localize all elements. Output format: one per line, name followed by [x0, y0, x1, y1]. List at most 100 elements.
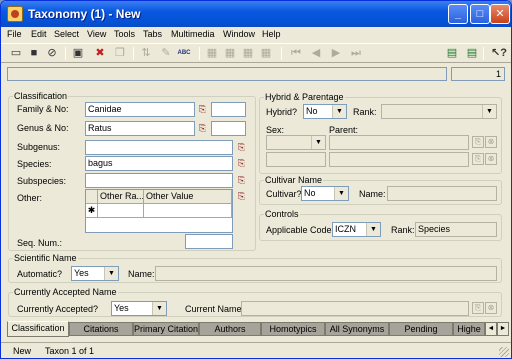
- report-icon[interactable]: ▤: [465, 46, 479, 60]
- subspecies-field[interactable]: [85, 173, 233, 188]
- delete-icon[interactable]: ✖: [93, 46, 107, 60]
- other-ranks-grid[interactable]: Other Ra... Other Value ✱: [85, 189, 233, 233]
- genus-number-field[interactable]: [211, 121, 246, 136]
- grid-icon[interactable]: ▦: [259, 46, 273, 60]
- controls-rank-label: Rank:: [391, 225, 415, 235]
- menu-help[interactable]: Help: [262, 29, 281, 39]
- hybrid-legend: Hybrid & Parentage: [265, 92, 344, 102]
- genus-lookup-icon[interactable]: ⎘: [196, 122, 209, 135]
- menu-file[interactable]: File: [7, 29, 22, 39]
- subgenus-field[interactable]: [85, 140, 233, 155]
- currently-accepted-select[interactable]: Yes: [111, 301, 167, 316]
- accepted-legend: Currently Accepted Name: [14, 287, 117, 297]
- whats-this-icon[interactable]: ↖?: [491, 46, 507, 60]
- tab-authors[interactable]: Authors: [199, 322, 261, 336]
- grid-icon[interactable]: ▦: [205, 46, 219, 60]
- parent-clear-icon[interactable]: ⊗: [485, 136, 497, 148]
- tab-homotypics[interactable]: Homotypics: [261, 322, 325, 336]
- subgenus-lookup-icon[interactable]: ⎘: [235, 141, 248, 154]
- next-icon[interactable]: ▶: [329, 46, 343, 60]
- parent-field-1[interactable]: [329, 135, 469, 150]
- grid-icon[interactable]: ▦: [223, 46, 237, 60]
- tab-citations[interactable]: Citations: [69, 322, 133, 336]
- species-lookup-icon[interactable]: ⎘: [235, 157, 248, 170]
- report-icon[interactable]: ▤: [445, 46, 459, 60]
- genus-field[interactable]: Ratus: [85, 121, 195, 136]
- close-button[interactable]: ✕: [490, 4, 510, 24]
- first-icon[interactable]: ⏮: [289, 46, 303, 60]
- current-name-lookup-icon[interactable]: ⎘: [472, 302, 484, 314]
- family-lookup-icon[interactable]: ⎘: [196, 103, 209, 116]
- scientific-name-label: Name:: [128, 269, 155, 279]
- other-rank-cell[interactable]: [98, 204, 144, 218]
- menu-edit[interactable]: Edit: [31, 29, 47, 39]
- form-icon[interactable]: ▣: [71, 46, 85, 60]
- menu-tools[interactable]: Tools: [114, 29, 135, 39]
- maximize-button[interactable]: □: [470, 4, 490, 24]
- tab-scroll-right-icon[interactable]: ►: [497, 322, 509, 336]
- cancel-icon[interactable]: ⊘: [45, 46, 59, 60]
- tab-classification[interactable]: Classification: [7, 321, 69, 337]
- spellcheck-icon[interactable]: ABC: [177, 46, 191, 60]
- parent-field-2[interactable]: [329, 152, 469, 167]
- tab-higher[interactable]: Highe: [453, 322, 485, 336]
- cultivar-name-field[interactable]: [387, 186, 497, 201]
- scientific-name-field: [155, 266, 497, 281]
- other-value-column-header[interactable]: Other Value: [144, 190, 232, 204]
- cultivar-select[interactable]: No: [301, 186, 349, 201]
- status-mode: New: [13, 346, 32, 356]
- family-label: Family & No:: [17, 104, 69, 114]
- grid-corner: [86, 190, 98, 204]
- tab-all-synonyms[interactable]: All Synonyms: [325, 322, 389, 336]
- current-name-clear-icon[interactable]: ⊗: [485, 302, 497, 314]
- currently-accepted-label: Currently Accepted?: [17, 304, 99, 314]
- minimize-button[interactable]: _: [448, 4, 468, 24]
- sex-select-1[interactable]: [266, 135, 326, 150]
- window-title: Taxonomy (1) - New: [28, 7, 141, 21]
- automatic-select[interactable]: Yes: [71, 266, 119, 281]
- copy-icon[interactable]: ❐: [113, 46, 127, 60]
- species-field[interactable]: bagus: [85, 156, 233, 171]
- toolbar: ▭ ■ ⊘ ▣ ✖ ❐ ⇅ ✎ ABC ▦ ▦ ▦ ▦ ⏮ ◀ ▶ ⏭ ▤ ▤ …: [1, 43, 511, 63]
- parent-lookup-icon[interactable]: ⎘: [472, 136, 484, 148]
- hybrid-label: Hybrid?: [266, 107, 298, 117]
- hybrid-rank-select[interactable]: [381, 104, 497, 119]
- taxonomy-window: Taxonomy (1) - New _ □ ✕ File Edit Selec…: [0, 0, 512, 359]
- subspecies-lookup-icon[interactable]: ⎘: [235, 174, 248, 187]
- tab-pending[interactable]: Pending: [389, 322, 453, 336]
- sex-select-2[interactable]: [266, 152, 326, 167]
- menu-view[interactable]: View: [87, 29, 106, 39]
- status-position: Taxon 1 of 1: [45, 346, 95, 356]
- seqnum-field[interactable]: [185, 234, 233, 249]
- cultivar-label: Cultivar?: [266, 189, 302, 199]
- family-field[interactable]: Canidae: [85, 102, 195, 117]
- other-rank-column-header[interactable]: Other Ra...: [98, 190, 144, 204]
- parent-clear-icon[interactable]: ⊗: [485, 153, 497, 165]
- genus-label: Genus & No:: [17, 123, 69, 133]
- record-count: 1: [451, 67, 505, 81]
- edit-icon[interactable]: ✎: [159, 46, 173, 60]
- cultivar-legend: Cultivar Name: [265, 175, 323, 185]
- prev-icon[interactable]: ◀: [309, 46, 323, 60]
- resize-grip[interactable]: [499, 347, 509, 357]
- other-value-cell[interactable]: [144, 204, 232, 218]
- parent-lookup-icon[interactable]: ⎘: [472, 153, 484, 165]
- hybrid-select[interactable]: No: [303, 104, 347, 119]
- applicable-code-select[interactable]: ICZN: [332, 222, 381, 237]
- family-number-field[interactable]: [211, 102, 246, 117]
- menu-multimedia[interactable]: Multimedia: [171, 29, 215, 39]
- grid-icon[interactable]: ▦: [241, 46, 255, 60]
- other-lookup-icon[interactable]: ⎘: [235, 190, 248, 203]
- title-bar[interactable]: Taxonomy (1) - New _ □ ✕: [1, 1, 511, 27]
- scientific-legend: Scientific Name: [14, 253, 77, 263]
- sort-icon[interactable]: ⇅: [139, 46, 153, 60]
- menu-select[interactable]: Select: [54, 29, 79, 39]
- save-icon[interactable]: ■: [27, 46, 41, 60]
- menu-window[interactable]: Window: [223, 29, 255, 39]
- tab-primary-citation[interactable]: Primary Citation: [133, 322, 199, 336]
- last-icon[interactable]: ⏭: [349, 46, 363, 60]
- record-navigation-bar[interactable]: [7, 67, 447, 81]
- menu-tabs[interactable]: Tabs: [143, 29, 162, 39]
- new-record-icon[interactable]: ▭: [9, 46, 23, 60]
- tab-scroll-left-icon[interactable]: ◄: [485, 322, 497, 336]
